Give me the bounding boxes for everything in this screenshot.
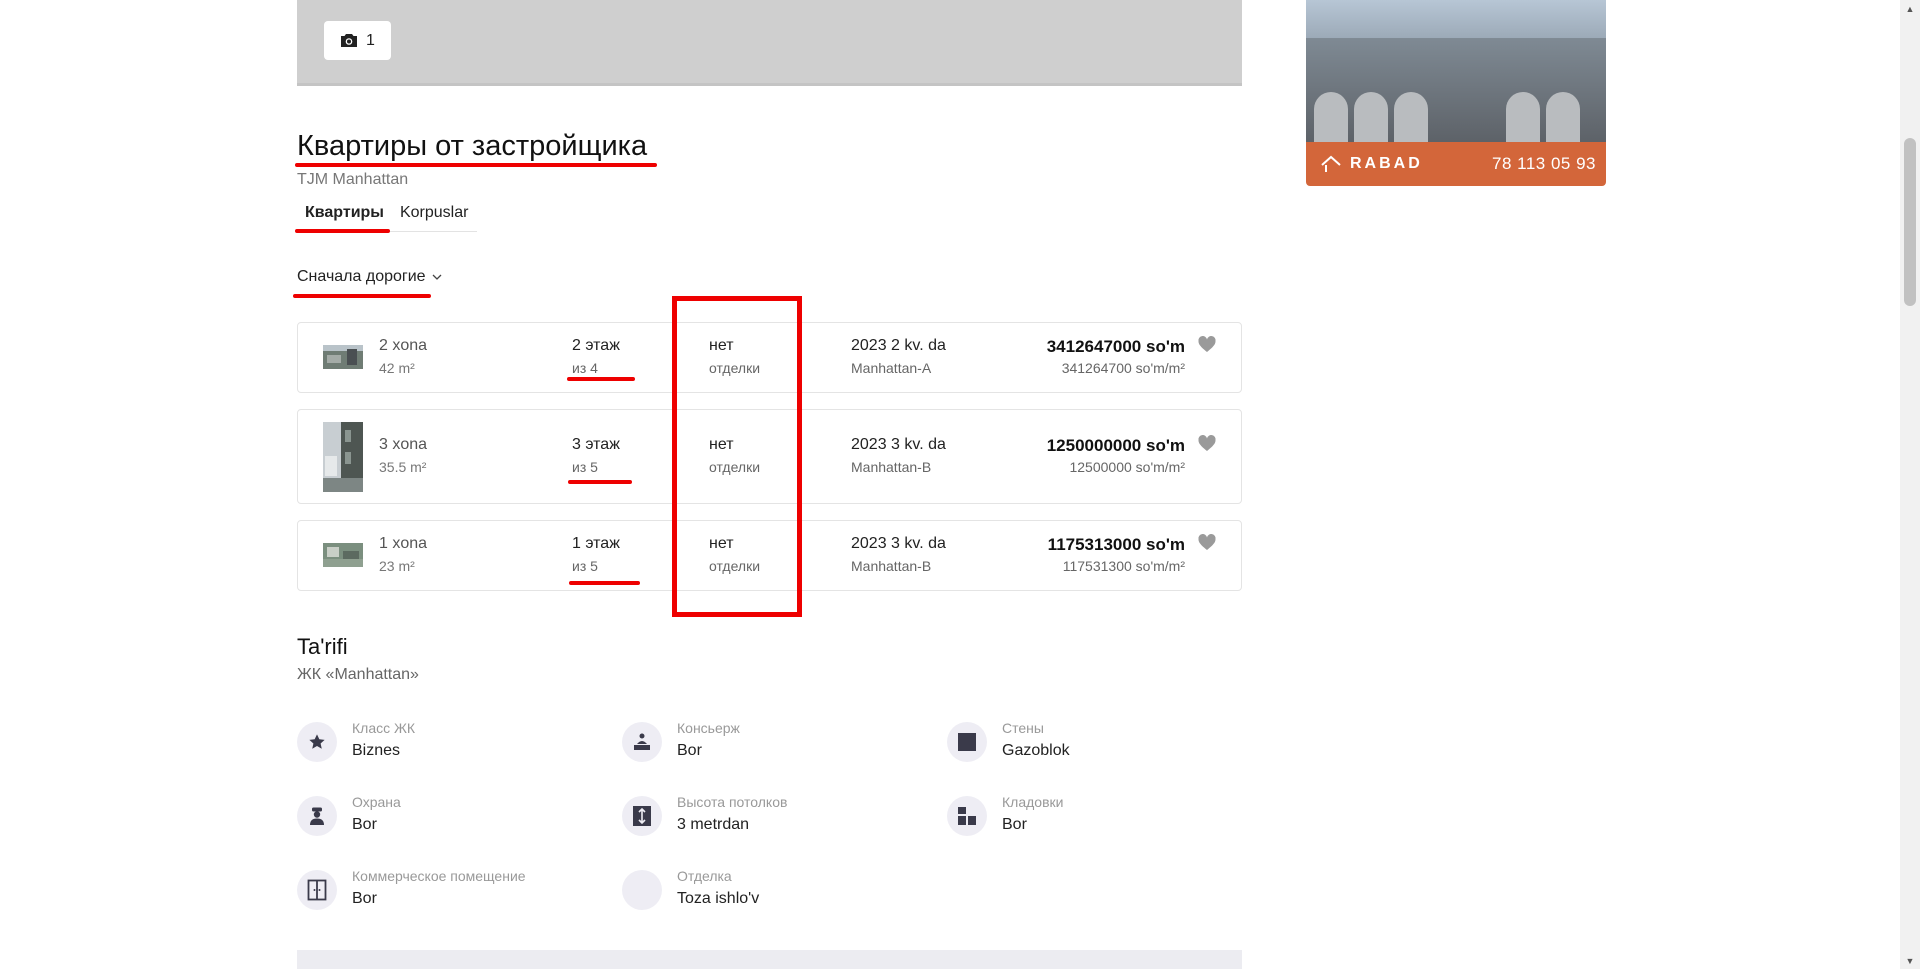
ad-brand-text: RABAD <box>1350 155 1423 172</box>
tab-apartments[interactable]: Квартиры <box>297 198 392 231</box>
annotation-box-finishing <box>672 296 802 617</box>
annotation-underline-floor <box>568 480 632 484</box>
annotation-underline-floor <box>569 581 640 585</box>
feature-label: Кладовки <box>1002 794 1064 810</box>
listing-price-per-m2: 12500000 so'm/m² <box>1069 459 1185 475</box>
scrollbar-thumb[interactable] <box>1904 138 1916 306</box>
listing-rooms: 2 xona <box>379 337 428 354</box>
feature-label: Класс ЖК <box>352 720 416 736</box>
listing-price: 1175313000 so'm <box>1047 535 1185 554</box>
feature-security: Охрана Bor <box>297 794 597 844</box>
feature-label: Охрана <box>352 794 401 810</box>
annotation-underline-tab <box>295 229 390 233</box>
ad-phone[interactable]: 78 113 05 93 <box>1492 154 1596 174</box>
ad-brand: RABAD <box>1320 154 1423 174</box>
guard-icon <box>310 807 324 825</box>
annotation-underline-sort <box>293 294 431 298</box>
feature-concierge: Консьерж Bor <box>622 720 922 770</box>
listing-building: Manhattan-B <box>851 558 932 574</box>
scroll-up-arrow-icon[interactable]: ▲ <box>1900 0 1920 17</box>
listing-floors-total: из 5 <box>572 459 598 475</box>
feature-value: Toza ishlo'v <box>677 890 760 907</box>
commercial-space-icon <box>307 879 327 901</box>
feature-label: Стены <box>1002 720 1044 736</box>
star-icon <box>309 734 325 749</box>
concierge-icon <box>634 733 650 750</box>
feature-storage: Кладовки Bor <box>947 794 1247 844</box>
feature-value: Bor <box>1002 816 1027 833</box>
ad-building-image <box>1306 38 1606 142</box>
sort-dropdown[interactable]: Сначала дорогие <box>297 268 442 286</box>
wall-icon <box>958 733 976 751</box>
about-subtitle: ЖК «Manhattan» <box>297 666 419 683</box>
listing-floor: 1 этаж <box>572 535 620 552</box>
feature-value: Bor <box>352 816 377 833</box>
listing-price: 1250000000 so'm <box>1046 436 1185 455</box>
listing-price-per-m2: 341264700 so'm/m² <box>1061 360 1185 376</box>
listing-area: 35.5 m² <box>379 459 427 475</box>
favorite-heart-icon[interactable] <box>1197 533 1217 553</box>
sort-label: Сначала дорогие <box>297 268 426 285</box>
feature-ceiling-height: Высота потолков 3 metrdan <box>622 794 922 844</box>
feature-value: Gazoblok <box>1002 742 1070 759</box>
listing-price-per-m2: 117531300 so'm/m² <box>1062 558 1185 574</box>
listing-floor: 3 этаж <box>572 436 620 453</box>
annotation-underline-floor <box>567 377 635 381</box>
listing-thumbnail <box>323 345 363 369</box>
listing-price: 3412647000 so'm <box>1046 337 1185 356</box>
listing-rooms: 3 xona <box>379 436 428 453</box>
scrollbar[interactable]: ▲ ▼ <box>1900 0 1920 969</box>
ad-banner[interactable]: RABAD 78 113 05 93 <box>1306 0 1606 186</box>
photo-count-value: 1 <box>366 31 375 49</box>
listing-building: Manhattan-B <box>851 459 932 475</box>
chevron-down-icon <box>432 274 442 280</box>
ad-image <box>1306 0 1606 142</box>
listing-completion: 2023 3 kv. da <box>851 436 946 453</box>
photo-gallery[interactable] <box>297 0 1242 86</box>
scroll-down-arrow-icon[interactable]: ▼ <box>1900 952 1920 969</box>
listing-building: Manhattan-A <box>851 360 932 376</box>
tab-buildings[interactable]: Korpuslar <box>392 198 476 231</box>
tabs: Квартиры Korpuslar <box>297 198 477 232</box>
feature-value: Biznes <box>352 742 401 759</box>
favorite-heart-icon[interactable] <box>1197 335 1217 355</box>
feature-walls: Стены Gazoblok <box>947 720 1247 770</box>
feature-finishing: Отделка Toza ishlo'v <box>622 868 922 918</box>
feature-label: Консьерж <box>677 720 740 736</box>
bottom-card <box>297 950 1242 969</box>
section-title: Квартиры от застройщика <box>297 130 648 162</box>
listing-floors-total: из 5 <box>572 558 598 574</box>
feature-label: Высота потолков <box>677 794 788 810</box>
listing-thumbnail <box>323 543 363 567</box>
feature-class: Класс ЖК Biznes <box>297 720 597 770</box>
feature-label: Коммерческое помещение <box>352 868 526 884</box>
listing-thumbnail <box>323 422 363 492</box>
photo-count-button[interactable]: 1 <box>324 21 391 60</box>
house-logo-icon <box>1321 155 1341 172</box>
finishing-icon <box>622 870 662 910</box>
feature-value: 3 metrdan <box>677 816 750 833</box>
storage-icon <box>958 807 976 825</box>
listing-floors-total: из 4 <box>572 360 598 376</box>
listing-rooms: 1 xona <box>379 535 428 552</box>
feature-value: Bor <box>352 890 377 907</box>
annotation-underline-title <box>295 163 657 167</box>
listing-floor: 2 этаж <box>572 337 620 354</box>
feature-value: Bor <box>677 742 702 759</box>
section-subtitle: TJM Manhattan <box>297 171 409 188</box>
feature-commercial-space: Коммерческое помещение Bor <box>297 868 597 918</box>
feature-label: Отделка <box>677 868 732 884</box>
camera-icon <box>341 34 358 47</box>
favorite-heart-icon[interactable] <box>1197 434 1217 454</box>
listing-completion: 2023 3 kv. da <box>851 535 946 552</box>
ceiling-height-icon <box>633 806 651 826</box>
about-title: Ta'rifi <box>297 634 348 659</box>
listing-completion: 2023 2 kv. da <box>851 337 946 354</box>
listing-area: 42 m² <box>379 360 415 376</box>
listing-area: 23 m² <box>379 558 415 574</box>
ad-bar[interactable]: RABAD 78 113 05 93 <box>1306 142 1606 186</box>
